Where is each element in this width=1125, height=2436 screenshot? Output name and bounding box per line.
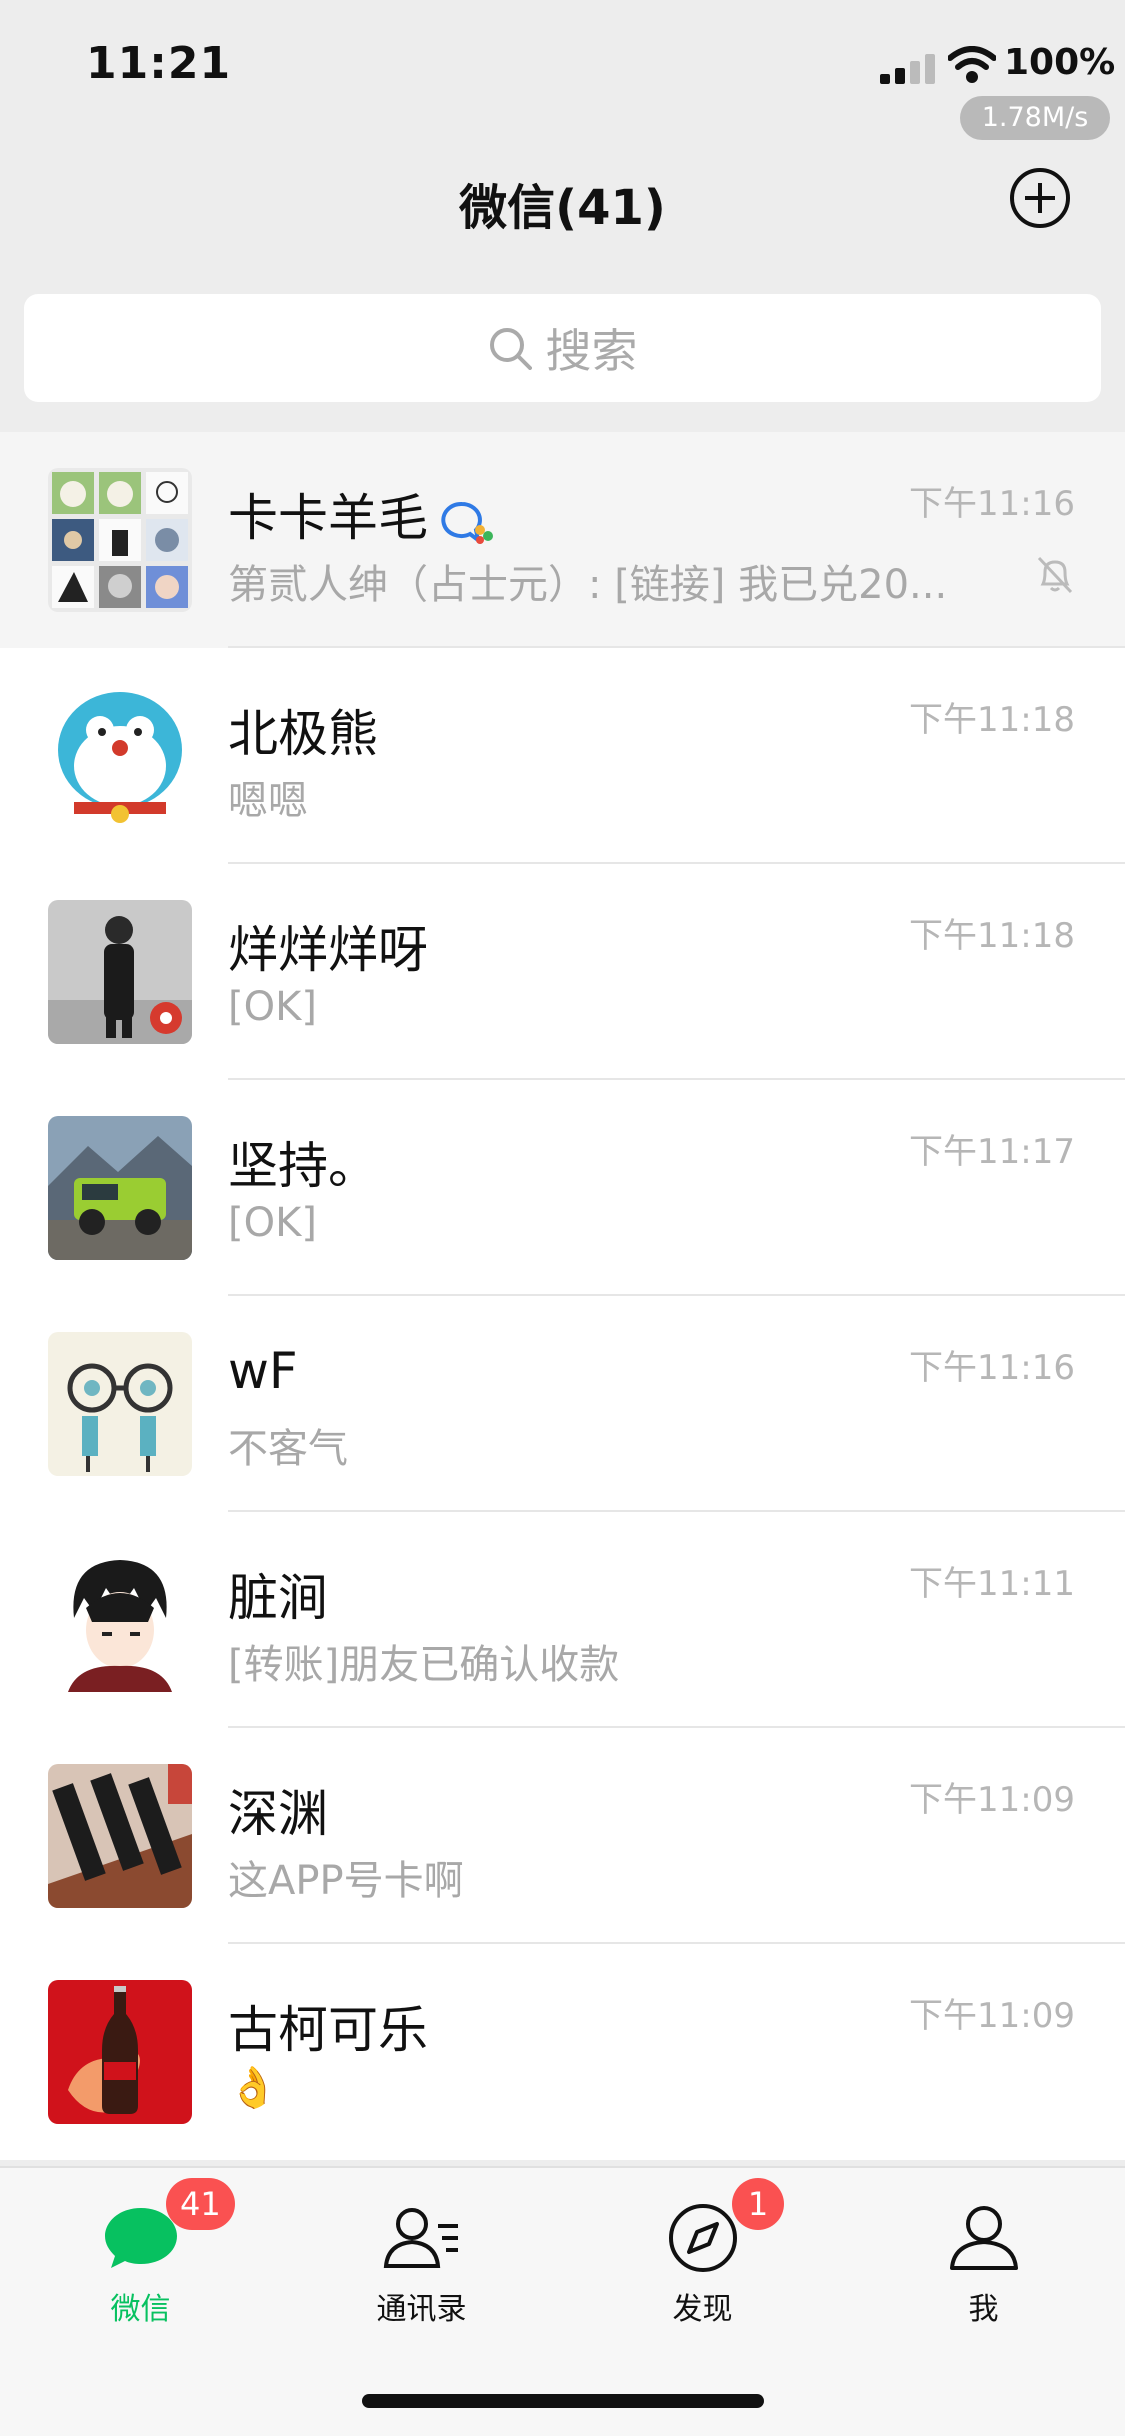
search-input[interactable]: 搜索 xyxy=(24,294,1101,402)
chat-preview: 第贰人绅（占士元）: [链接] 我已兑20... xyxy=(228,562,948,608)
chat-list: 卡卡羊毛 第贰人绅（占士元）: [链接] 我已兑20... 下午11:16 北极… xyxy=(0,432,1125,2160)
home-indicator[interactable] xyxy=(362,2394,764,2408)
chat-time: 下午11:16 xyxy=(909,484,1075,524)
tab-label: 微信 xyxy=(110,2292,171,2327)
chat-name: 坚持。 xyxy=(228,1137,378,1195)
tab-me[interactable]: 我 xyxy=(843,2168,1124,2348)
contact-avatar xyxy=(48,1116,192,1260)
unread-badge: 41 xyxy=(166,2178,235,2230)
chat-name: 脏涧 xyxy=(228,1569,328,1627)
chat-name: 卡卡羊毛 xyxy=(228,489,428,547)
unread-badge: 1 xyxy=(732,2178,784,2230)
chat-row[interactable]: 卡卡羊毛 第贰人绅（占士元）: [链接] 我已兑20... 下午11:16 xyxy=(0,432,1125,648)
chat-preview: [转账]朋友已确认收款 xyxy=(228,1642,620,1688)
status-time: 11:21 xyxy=(86,38,232,89)
chat-row[interactable]: 坚持。 [OK] 下午11:17 xyxy=(0,1080,1125,1296)
chat-time: 下午11:17 xyxy=(909,1132,1075,1172)
compass-icon xyxy=(668,2204,737,2272)
chat-row[interactable]: 深渊 这APP号卡啊 下午11:09 xyxy=(0,1728,1125,1944)
wifi-icon xyxy=(948,46,996,83)
contact-avatar xyxy=(48,1332,192,1476)
chat-name: 烊烊烊呀 xyxy=(228,921,428,979)
contact-avatar xyxy=(48,1980,192,2124)
chat-row[interactable]: 烊烊烊呀 [OK] 下午11:18 xyxy=(0,864,1125,1080)
battery-level: 100% xyxy=(1004,42,1116,83)
chat-name: 北极熊 xyxy=(228,705,378,763)
chat-name: 古柯可乐 xyxy=(228,2001,428,2059)
chat-preview: [OK] xyxy=(228,1200,317,1246)
tab-discover[interactable]: 发现 1 xyxy=(562,2168,843,2348)
chat-preview: [OK] xyxy=(228,984,317,1030)
chat-time: 下午11:16 xyxy=(909,1348,1075,1388)
chat-row[interactable]: 脏涧 [转账]朋友已确认收款 下午11:11 xyxy=(0,1512,1125,1728)
chat-time: 下午11:18 xyxy=(909,700,1075,740)
chat-preview: 👌 xyxy=(228,2065,278,2111)
chat-row[interactable]: 古柯可乐 👌 下午11:09 xyxy=(0,1944,1125,2160)
tab-label: 发现 xyxy=(672,2292,733,2327)
page-title: 微信(41) xyxy=(459,180,666,236)
enterprise-chat-icon xyxy=(441,501,493,544)
chat-preview: 这APP号卡啊 xyxy=(228,1858,464,1904)
chat-row[interactable]: wF 不客气 下午11:16 xyxy=(0,1296,1125,1512)
contact-avatar xyxy=(48,1548,192,1692)
chat-preview: 不客气 xyxy=(228,1426,348,1472)
chat-row[interactable]: 北极熊 嗯嗯 下午11:18 xyxy=(0,648,1125,864)
contacts-icon xyxy=(383,2208,458,2268)
chat-time: 下午11:18 xyxy=(909,916,1075,956)
chat-time: 下午11:11 xyxy=(909,1564,1075,1604)
search-placeholder: 搜索 xyxy=(545,324,638,378)
contact-avatar xyxy=(48,900,192,1044)
contact-avatar xyxy=(48,1764,192,1908)
search-icon xyxy=(489,328,532,370)
mute-bell-icon xyxy=(1037,556,1073,594)
signal-icon xyxy=(880,54,935,84)
status-bar: 11:21 100% 1.78M/s xyxy=(0,0,1125,140)
group-avatar xyxy=(48,468,192,612)
tab-contacts[interactable]: 通讯录 xyxy=(281,2168,562,2348)
person-icon xyxy=(949,2206,1018,2270)
chat-name: wF xyxy=(228,1342,298,1400)
add-button[interactable] xyxy=(1010,168,1070,228)
network-speed: 1.78M/s xyxy=(960,96,1110,140)
tab-label: 通讯录 xyxy=(376,2292,467,2327)
tab-chats[interactable]: 微信 41 xyxy=(0,2168,281,2348)
tab-label: 我 xyxy=(968,2292,999,2327)
chat-name: 深渊 xyxy=(228,1785,328,1843)
chat-time: 下午11:09 xyxy=(909,1780,1075,1820)
chat-preview: 嗯嗯 xyxy=(228,778,308,824)
chat-time: 下午11:09 xyxy=(909,1996,1075,2036)
contact-avatar xyxy=(48,684,192,828)
